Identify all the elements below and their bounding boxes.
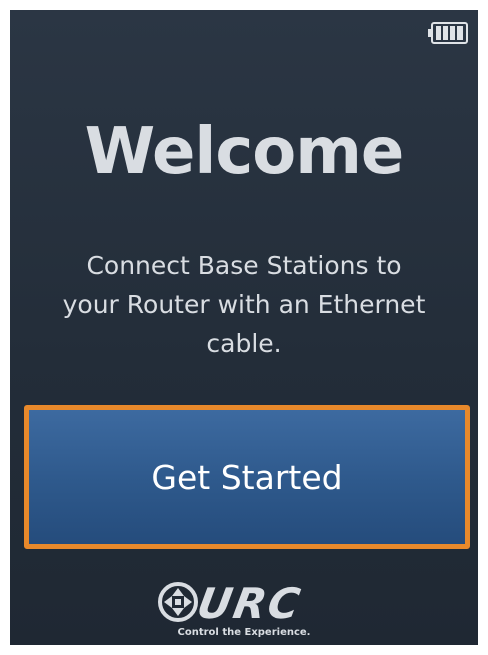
device-screen: Welcome Connect Base Stations to your Ro… bbox=[10, 10, 478, 645]
battery-icon bbox=[428, 22, 468, 44]
page-title: Welcome bbox=[84, 115, 405, 189]
instruction-line: your Router with an Ethernet bbox=[62, 290, 426, 319]
instruction-text: Connect Base Stations to your Router wit… bbox=[18, 246, 470, 363]
brand-tagline: Control the Experience. bbox=[177, 627, 311, 638]
get-started-button[interactable]: Get Started bbox=[24, 405, 470, 549]
instruction-line: Connect Base Stations to bbox=[86, 251, 402, 280]
logo-wordmark: URC bbox=[194, 580, 306, 628]
get-started-label: Get Started bbox=[151, 457, 343, 497]
instruction-line: cable. bbox=[206, 329, 282, 358]
compass-arrows-icon bbox=[158, 582, 198, 622]
